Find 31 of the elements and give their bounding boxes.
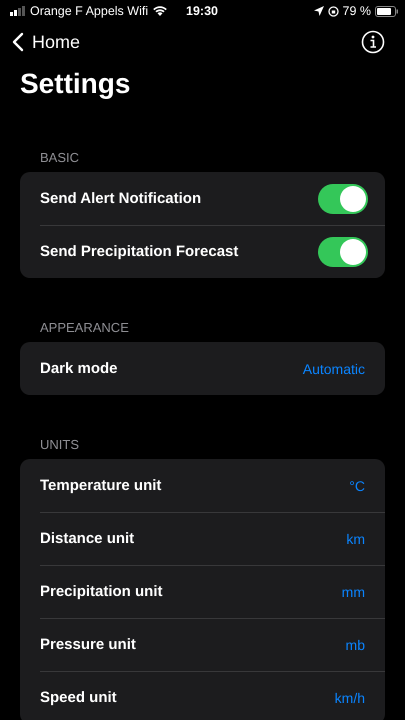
setting-value[interactable]: km [346,530,365,546]
setting-label: Pressure unit [40,636,136,653]
page-title: Settings [20,68,132,101]
section-header: UNITS [40,437,80,452]
setting-value[interactable]: °C [349,478,365,494]
setting-label: Temperature unit [40,477,162,494]
toggle-switch[interactable] [318,236,368,266]
chevron-left-icon [12,32,24,52]
location-arrow-icon [314,6,324,16]
setting-label: Send Precipitation Forecast [40,243,238,260]
carrier-name: Orange F Appels Wifi [30,4,148,18]
setting-label: Precipitation unit [40,583,163,600]
section-header: APPEARANCE [40,320,130,335]
info-icon[interactable] [361,30,385,54]
clock-time: 19:30 [186,4,218,18]
setting-value[interactable]: Automatic [302,360,365,376]
back-button[interactable]: Home [12,32,80,52]
setting-value[interactable]: mb [346,636,365,652]
battery-percent: 79 % [342,4,371,18]
setting-label: Send Alert Notification [40,190,202,207]
setting-value[interactable]: mm [342,584,365,600]
toggle-switch[interactable] [318,184,368,214]
setting-label: Distance unit [40,530,134,547]
setting-label: Dark mode [40,360,118,377]
wifi-icon [152,5,168,17]
section-header: BASIC [40,150,80,165]
battery-icon [375,6,399,16]
setting-label: Speed unit [40,689,117,706]
setting-value[interactable]: km/h [334,690,365,706]
signal-icon [10,6,26,16]
rotation-lock-icon [328,6,338,16]
